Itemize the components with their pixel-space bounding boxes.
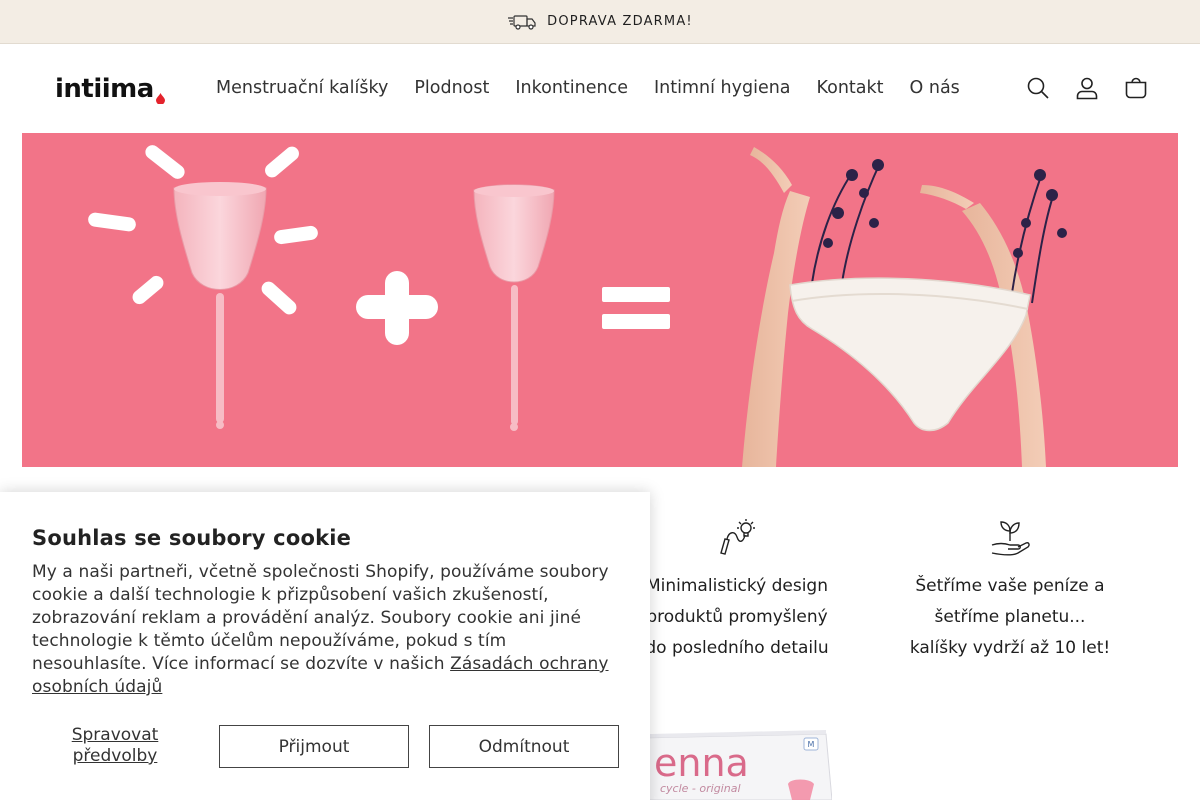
feature-design: Minimalistický design produktů promyšlen… bbox=[618, 517, 856, 664]
feature-text-line: kalíšky vydrží až 10 let! bbox=[909, 638, 1111, 658]
cart-icon[interactable] bbox=[1123, 76, 1148, 101]
logo[interactable]: intiima bbox=[55, 74, 165, 105]
hero-banner[interactable] bbox=[22, 133, 1178, 467]
product-box-enna[interactable]: M enna cycle - original bbox=[620, 726, 833, 800]
manage-preferences-link[interactable]: Spravovat předvolby bbox=[32, 725, 198, 767]
product-subtitle: cycle - original bbox=[660, 782, 741, 795]
header-icons bbox=[1025, 44, 1148, 132]
announcement-bar: DOPRAVA ZDARMA! bbox=[0, 0, 1200, 44]
equals-sign bbox=[602, 287, 670, 329]
feature-savings: Šetříme vaše peníze a šetříme planetu...… bbox=[890, 517, 1130, 664]
nav-item-incontinence[interactable]: Inkontinence bbox=[502, 78, 641, 98]
feature-text-line: do posledního detailu bbox=[645, 638, 829, 658]
feature-text-line: Šetříme vaše peníze a bbox=[915, 576, 1105, 596]
search-icon[interactable] bbox=[1025, 76, 1050, 101]
plant-hand-icon bbox=[988, 517, 1032, 557]
site-header: intiima Menstruační kalíšky Plodnost Ink… bbox=[0, 44, 1200, 132]
cookie-body: My a naši partneři, včetně společnosti S… bbox=[32, 561, 618, 699]
product-brand: enna bbox=[654, 741, 749, 785]
account-icon[interactable] bbox=[1074, 76, 1099, 101]
cookie-consent-banner: Souhlas se soubory cookie My a naši part… bbox=[0, 492, 650, 800]
menstrual-cup-1 bbox=[173, 182, 267, 429]
size-badge: M bbox=[808, 740, 815, 749]
decline-button[interactable]: Odmítnout bbox=[429, 725, 619, 768]
feature-text-line: šetříme planetu... bbox=[934, 607, 1086, 627]
nav-item-fertility[interactable]: Plodnost bbox=[401, 78, 502, 98]
cookie-actions: Spravovat předvolby Přijmout Odmítnout bbox=[32, 725, 619, 768]
feature-text-line: Minimalistický design bbox=[645, 576, 828, 596]
cookie-title: Souhlas se soubory cookie bbox=[32, 526, 352, 550]
underwear-illustration bbox=[742, 147, 1067, 467]
nav-item-about[interactable]: O nás bbox=[897, 78, 973, 98]
plus-sign bbox=[356, 271, 438, 345]
main-nav: Menstruační kalíšky Plodnost Inkontinenc… bbox=[203, 44, 973, 132]
logo-text: intiima bbox=[55, 74, 154, 104]
drop-icon bbox=[155, 89, 165, 105]
nav-item-intimate-hygiene[interactable]: Intimní hygiena bbox=[641, 78, 804, 98]
nav-item-contact[interactable]: Kontakt bbox=[804, 78, 897, 98]
announcement-text: DOPRAVA ZDARMA! bbox=[547, 14, 693, 29]
feature-text-line: produktů promyšlený bbox=[646, 607, 828, 627]
nav-item-menstrual-cups[interactable]: Menstruační kalíšky bbox=[203, 78, 401, 98]
lightbulb-pencil-icon bbox=[715, 517, 759, 557]
menstrual-cup-2 bbox=[473, 184, 555, 431]
accept-button[interactable]: Přijmout bbox=[219, 725, 409, 768]
truck-icon bbox=[507, 14, 537, 30]
